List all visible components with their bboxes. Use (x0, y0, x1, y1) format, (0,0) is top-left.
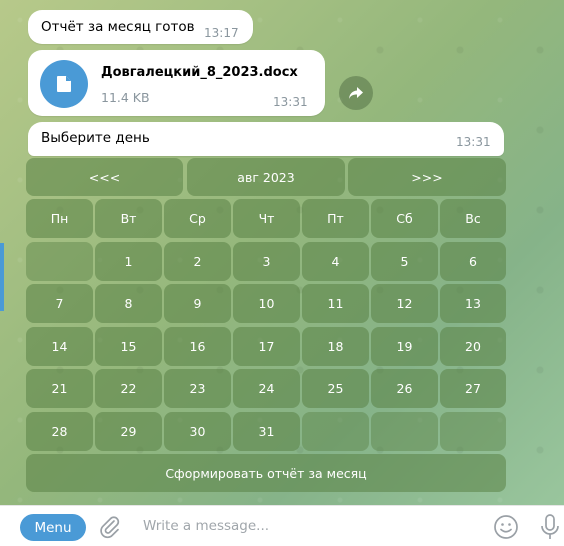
day-button[interactable]: 29 (95, 412, 162, 451)
day-button[interactable]: 16 (164, 327, 231, 366)
day-button[interactable]: 17 (233, 327, 300, 366)
day-button[interactable]: 5 (371, 242, 438, 281)
day-button[interactable]: 21 (26, 369, 93, 408)
day-button[interactable]: 26 (371, 369, 438, 408)
day-button[interactable]: 6 (440, 242, 506, 281)
empty-day-button[interactable] (371, 412, 438, 451)
message-input[interactable]: Write a message... (143, 518, 269, 534)
message-time: 13:31 (273, 95, 308, 109)
file-size: 11.4 KB (101, 90, 150, 105)
next-month-button[interactable]: >>> (348, 158, 506, 196)
day-button[interactable]: 23 (164, 369, 231, 408)
message-file[interactable]: Довгалецкий_8_2023.docx 11.4 KB 13:31 (28, 50, 325, 116)
current-month-button[interactable]: авг 2023 (187, 158, 345, 196)
file-name[interactable]: Довгалецкий_8_2023.docx (101, 65, 298, 80)
day-button[interactable]: 12 (371, 284, 438, 323)
weekday-button[interactable]: Сб (371, 199, 438, 238)
day-button[interactable]: 27 (440, 369, 506, 408)
day-button[interactable]: 1 (95, 242, 162, 281)
share-icon[interactable] (339, 76, 373, 110)
day-button[interactable]: 2 (164, 242, 231, 281)
message-text: Выберите день (41, 130, 150, 146)
day-button[interactable]: 18 (302, 327, 369, 366)
day-button[interactable]: 7 (26, 284, 93, 323)
message-time: 13:17 (204, 26, 239, 40)
weekday-button[interactable]: Ср (164, 199, 231, 238)
weekday-button[interactable]: Вт (95, 199, 162, 238)
message-input-bar: Menu Write a message... (0, 505, 564, 546)
weekday-button[interactable]: Вс (440, 199, 506, 238)
document-icon[interactable] (40, 60, 88, 108)
message-text: Отчёт за месяц готов (41, 19, 195, 35)
day-button[interactable]: 25 (302, 369, 369, 408)
selection-marker (0, 243, 4, 311)
day-button[interactable]: 4 (302, 242, 369, 281)
weekday-button[interactable]: Пн (26, 199, 93, 238)
weekday-button[interactable]: Пт (302, 199, 369, 238)
attach-icon[interactable] (98, 515, 122, 539)
day-button[interactable]: 24 (233, 369, 300, 408)
day-button[interactable]: 15 (95, 327, 162, 366)
day-button[interactable]: 9 (164, 284, 231, 323)
message-time: 13:31 (456, 135, 491, 149)
emoji-icon[interactable] (493, 514, 519, 540)
day-button[interactable]: 22 (95, 369, 162, 408)
day-button[interactable]: 20 (440, 327, 506, 366)
empty-day-button[interactable] (26, 242, 93, 281)
day-button[interactable]: 11 (302, 284, 369, 323)
weekday-button[interactable]: Чт (233, 199, 300, 238)
day-button[interactable]: 8 (95, 284, 162, 323)
day-button[interactable]: 31 (233, 412, 300, 451)
day-button[interactable]: 14 (26, 327, 93, 366)
day-button[interactable]: 19 (371, 327, 438, 366)
message-choose-day: Выберите день 13:31 (28, 122, 504, 156)
day-button[interactable]: 30 (164, 412, 231, 451)
menu-button[interactable]: Menu (20, 514, 86, 541)
day-button[interactable]: 3 (233, 242, 300, 281)
generate-monthly-report-button[interactable]: Сформировать отчёт за месяц (26, 454, 506, 492)
day-button[interactable]: 10 (233, 284, 300, 323)
day-button[interactable]: 13 (440, 284, 506, 323)
day-button[interactable]: 28 (26, 412, 93, 451)
chat-area: Отчёт за месяц готов 13:17 Довгалецкий_8… (0, 0, 564, 505)
prev-month-button[interactable]: <<< (26, 158, 183, 196)
empty-day-button[interactable] (302, 412, 369, 451)
message-report-ready: Отчёт за месяц готов 13:17 (28, 10, 253, 44)
empty-day-button[interactable] (440, 412, 506, 451)
microphone-icon[interactable] (539, 513, 561, 541)
